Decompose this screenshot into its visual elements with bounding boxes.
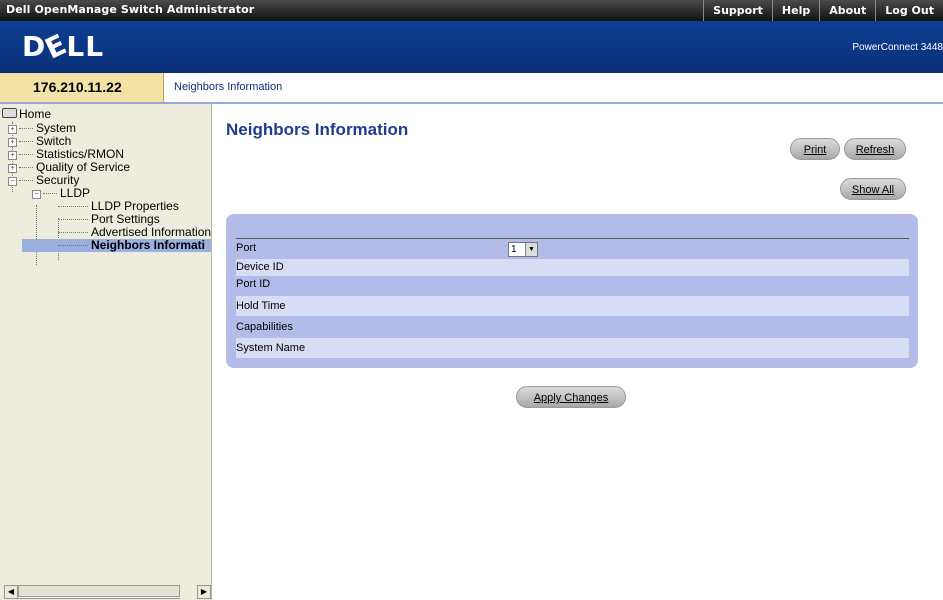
divider bbox=[236, 238, 909, 239]
apply-changes-button[interactable]: Apply Changes bbox=[516, 386, 626, 408]
expand-icon[interactable]: + bbox=[8, 151, 17, 160]
chevron-down-icon[interactable]: ▼ bbox=[525, 243, 537, 256]
home-icon bbox=[2, 108, 17, 118]
dell-logo: DELL bbox=[22, 27, 105, 66]
device-id-label: Device ID bbox=[236, 261, 284, 273]
app-title: Dell OpenManage Switch Administrator bbox=[6, 3, 255, 16]
brand-banner: DELL PowerConnect 3448 bbox=[0, 21, 943, 73]
print-button[interactable]: Print bbox=[790, 138, 840, 160]
page-title: Neighbors Information bbox=[226, 120, 409, 139]
navigation-tree: Home + System + Switch + Statistics/RMON + Q… bbox=[0, 104, 212, 600]
capabilities-row: Capabilities bbox=[236, 317, 909, 337]
ip-box: 176.210.11.22 bbox=[0, 73, 164, 102]
port-id-label: Port ID bbox=[236, 278, 271, 290]
collapse-icon[interactable]: − bbox=[32, 190, 41, 199]
help-link[interactable]: Help bbox=[771, 0, 819, 21]
hold-time-row: Hold Time bbox=[236, 296, 909, 316]
expand-icon[interactable]: + bbox=[8, 138, 17, 147]
port-row: Port 1 ▼ bbox=[236, 240, 909, 257]
tree-item-lldp[interactable]: − LLDP bbox=[32, 187, 90, 200]
scroll-left-icon[interactable]: ◀ bbox=[4, 585, 18, 599]
neighbors-panel: Port 1 ▼ Device ID Port ID Hold Time Cap… bbox=[226, 214, 918, 368]
device-id-row: Device ID bbox=[236, 259, 909, 276]
breadcrumb: Neighbors Information bbox=[174, 81, 283, 93]
port-select[interactable]: 1 ▼ bbox=[508, 242, 538, 257]
capabilities-label: Capabilities bbox=[236, 321, 293, 333]
product-name: PowerConnect 3448 bbox=[852, 42, 943, 53]
top-nav: Support Help About Log Out bbox=[703, 0, 943, 21]
tree-horizontal-scrollbar[interactable]: ◀ ▶ bbox=[4, 585, 211, 599]
port-label: Port bbox=[236, 242, 257, 254]
address-bar: 176.210.11.22 Neighbors Information bbox=[0, 73, 943, 104]
refresh-button[interactable]: Refresh bbox=[844, 138, 906, 160]
expand-icon[interactable]: + bbox=[8, 125, 17, 134]
tree-item-home[interactable]: Home bbox=[2, 108, 51, 121]
about-link[interactable]: About bbox=[819, 0, 875, 21]
show-all-button[interactable]: Show All bbox=[840, 178, 906, 200]
logout-link[interactable]: Log Out bbox=[875, 0, 943, 21]
port-id-row: Port ID bbox=[236, 276, 909, 296]
device-ip: 176.210.11.22 bbox=[33, 79, 122, 95]
system-name-row: System Name bbox=[236, 338, 909, 358]
scroll-thumb[interactable] bbox=[18, 585, 180, 597]
tree-item-neighbors-information[interactable]: Neighbors Informati bbox=[22, 239, 211, 252]
collapse-icon[interactable]: − bbox=[8, 177, 17, 186]
scroll-right-icon[interactable]: ▶ bbox=[197, 585, 211, 599]
support-link[interactable]: Support bbox=[703, 0, 772, 21]
expand-icon[interactable]: + bbox=[8, 164, 17, 173]
title-bar: Dell OpenManage Switch Administrator Sup… bbox=[0, 0, 943, 21]
system-name-label: System Name bbox=[236, 342, 306, 354]
hold-time-label: Hold Time bbox=[236, 300, 286, 312]
